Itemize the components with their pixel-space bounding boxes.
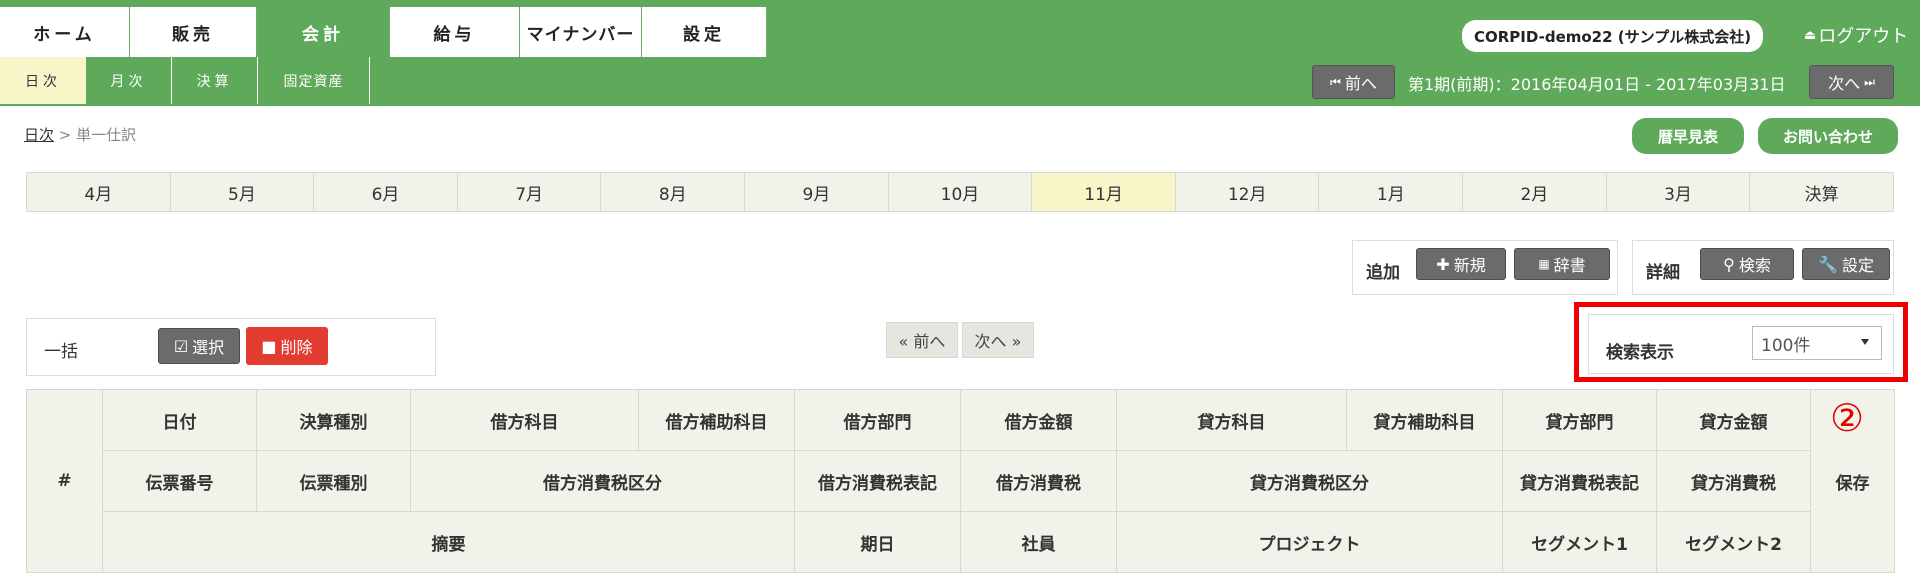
col-header-debit-amount: 借方金額 xyxy=(960,389,1117,451)
subtab-daily[interactable]: 日次 xyxy=(0,57,86,104)
col-header-project: プロジェクト xyxy=(1116,511,1503,573)
subtab-closing[interactable]: 決算 xyxy=(172,57,258,104)
month-tab-jun[interactable]: 6月 xyxy=(314,173,458,211)
col-header-credit-department: 貸方部門 xyxy=(1502,389,1657,451)
delete-button[interactable]: ■ 削除 xyxy=(246,327,328,365)
col-header-index: # xyxy=(26,389,103,573)
tab-payroll[interactable]: 給与 xyxy=(390,7,520,57)
period-next-button[interactable]: 次へ ⏭ xyxy=(1809,65,1894,99)
breadcrumb-separator: > xyxy=(58,126,72,144)
select-label: 選択 xyxy=(192,338,225,357)
month-tabs: 4月 5月 6月 7月 8月 9月 10月 11月 12月 1月 2月 3月 決… xyxy=(26,172,1894,212)
col-header-slip-type: 伝票種別 xyxy=(256,450,411,512)
search-icon: ⚲ xyxy=(1723,254,1735,274)
logout-link[interactable]: ⏏ ログアウト xyxy=(1804,22,1908,48)
wrench-icon: 🔧 xyxy=(1818,254,1838,274)
col-header-debit-tax-category: 借方消費税区分 xyxy=(410,450,795,512)
month-tab-aug[interactable]: 8月 xyxy=(601,173,746,211)
new-entry-label: 新規 xyxy=(1453,256,1486,275)
month-tab-apr[interactable]: 4月 xyxy=(27,173,171,211)
search-button[interactable]: ⚲ 検索 xyxy=(1700,248,1794,280)
pager-prev-button[interactable]: « 前へ xyxy=(886,322,958,358)
select-button[interactable]: ☑ 選択 xyxy=(158,328,240,364)
contact-button[interactable]: お問い合わせ xyxy=(1758,118,1898,154)
calendar-chart-button[interactable]: 暦早見表 xyxy=(1632,118,1744,154)
period-next-label: 次へ xyxy=(1828,74,1861,93)
col-header-credit-tax: 貸方消費税 xyxy=(1656,450,1811,512)
month-tab-closing[interactable]: 決算 xyxy=(1750,173,1893,211)
journal-table-header: # 日付 決算種別 借方科目 借方補助科目 借方部門 借方金額 貸方科目 貸方補… xyxy=(26,389,1895,573)
pager-next-button[interactable]: 次へ » xyxy=(962,322,1034,358)
sub-tabs: 日次 月次 決算 固定資産 xyxy=(0,57,370,104)
new-entry-button[interactable]: ✚ 新規 xyxy=(1416,248,1506,280)
col-header-debit-department: 借方部門 xyxy=(794,389,961,451)
col-header-credit-amount: 貸方金額 xyxy=(1656,389,1811,451)
col-header-date: 日付 xyxy=(102,389,257,451)
tab-my-number[interactable]: マイナンバー xyxy=(520,7,642,57)
settings-button[interactable]: 🔧 設定 xyxy=(1802,248,1890,280)
col-header-credit-tax-category: 貸方消費税区分 xyxy=(1116,450,1503,512)
main-tabs: ホーム 販売 会計 給与 マイナンバー 設定 xyxy=(0,7,767,57)
col-header-employee: 社員 xyxy=(960,511,1117,573)
subtab-monthly[interactable]: 月次 xyxy=(86,57,172,104)
tab-settings[interactable]: 設定 xyxy=(642,7,767,57)
add-panel-label: 追加 xyxy=(1366,263,1400,283)
col-header-debit-subaccount: 借方補助科目 xyxy=(638,389,795,451)
subtab-fixed-assets[interactable]: 固定資産 xyxy=(258,57,370,104)
tab-sales[interactable]: 販売 xyxy=(130,7,257,57)
col-header-due-date: 期日 xyxy=(794,511,961,573)
col-header-debit-tax-notation: 借方消費税表記 xyxy=(794,450,961,512)
col-header-credit-subaccount: 貸方補助科目 xyxy=(1346,389,1503,451)
month-tab-sep[interactable]: 9月 xyxy=(745,173,889,211)
bulk-panel-label: 一括 xyxy=(44,342,78,362)
plus-icon: ✚ xyxy=(1436,254,1450,274)
col-header-debit-account: 借方科目 xyxy=(410,389,639,451)
period-text: 第1期(前期)：2016年04月01日 - 2017年03月31日 xyxy=(1408,75,1786,94)
breadcrumb: 日次 > 単一仕訳 xyxy=(24,124,136,145)
stop-square-icon: ■ xyxy=(261,336,277,356)
col-header-segment1: セグメント1 xyxy=(1502,511,1657,573)
highlight-box xyxy=(1574,302,1908,382)
dictionary-button[interactable]: ▦ 辞書 xyxy=(1514,248,1610,280)
month-tab-jan[interactable]: 1月 xyxy=(1319,173,1464,211)
month-tab-jul[interactable]: 7月 xyxy=(457,173,602,211)
col-header-slip-number: 伝票番号 xyxy=(102,450,257,512)
settings-label: 設定 xyxy=(1841,256,1874,275)
eject-icon: ⏏ xyxy=(1804,27,1817,43)
skip-forward-icon: ⏭ xyxy=(1864,74,1875,89)
col-header-credit-account: 貸方科目 xyxy=(1116,389,1347,451)
detail-panel-label: 詳細 xyxy=(1646,263,1680,283)
logout-label: ログアウト xyxy=(1818,26,1909,47)
skip-back-icon: ⏮ xyxy=(1330,74,1341,89)
period-prev-label: 前へ xyxy=(1344,74,1377,93)
user-badge: CORPID-demo22 (サンプル株式会社) xyxy=(1462,20,1764,52)
breadcrumb-link-daily[interactable]: 日次 xyxy=(24,126,54,144)
tab-home[interactable]: ホーム xyxy=(0,7,130,57)
col-header-credit-tax-notation: 貸方消費税表記 xyxy=(1502,450,1657,512)
month-tab-oct[interactable]: 10月 xyxy=(888,173,1033,211)
dictionary-label: 辞書 xyxy=(1553,256,1586,275)
col-header-segment2: セグメント2 xyxy=(1656,511,1811,573)
keyboard-icon: ▦ xyxy=(1538,257,1550,271)
search-label: 検索 xyxy=(1738,256,1771,275)
period-prev-button[interactable]: ⏮ 前へ xyxy=(1312,65,1395,99)
breadcrumb-current: 単一仕訳 xyxy=(76,126,137,144)
tab-accounting[interactable]: 会計 xyxy=(257,7,390,57)
col-header-memo: 摘要 xyxy=(102,511,795,573)
delete-label: 削除 xyxy=(280,338,313,357)
month-tab-may[interactable]: 5月 xyxy=(170,173,315,211)
month-tab-mar[interactable]: 3月 xyxy=(1606,173,1751,211)
col-header-closing-type: 決算種別 xyxy=(256,389,411,451)
col-header-debit-tax: 借方消費税 xyxy=(960,450,1117,512)
month-tab-dec[interactable]: 12月 xyxy=(1175,173,1320,211)
month-tab-feb[interactable]: 2月 xyxy=(1463,173,1607,211)
checkbox-icon: ☑ xyxy=(173,336,189,356)
annotation-marker: ② xyxy=(1830,396,1865,440)
month-tab-nov[interactable]: 11月 xyxy=(1032,173,1176,211)
